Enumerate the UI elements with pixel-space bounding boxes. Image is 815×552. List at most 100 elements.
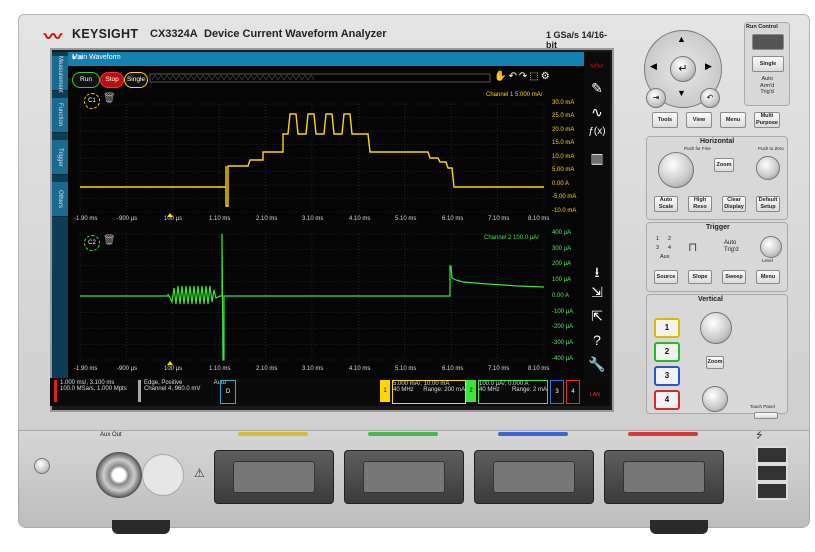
ch1-badge[interactable]: C1 xyxy=(84,93,100,109)
run-button[interactable]: Run xyxy=(72,72,100,88)
view-button[interactable]: View xyxy=(686,112,712,128)
ch2-info-box[interactable]: 100.0 µA/, 0.000 A 40 MHz Range: 2 mA xyxy=(478,380,548,404)
channel-2-input-connector[interactable] xyxy=(344,450,464,504)
power-button[interactable] xyxy=(34,458,50,474)
redo-icon[interactable]: ↷ xyxy=(519,71,529,82)
save-icon[interactable]: ⭳ xyxy=(587,262,607,282)
run-stop-hardkey[interactable] xyxy=(752,34,784,50)
aux-out-bnc-connector[interactable] xyxy=(96,452,142,498)
ch3-button[interactable]: 3 xyxy=(550,380,564,404)
usb-icon: ⭍ xyxy=(756,431,763,440)
arrow-down-icon[interactable]: ▼ xyxy=(677,88,686,98)
ch2-xtick: 4.10 ms xyxy=(349,366,371,372)
vertical-scale-knob[interactable] xyxy=(700,312,732,344)
pan-hand-icon[interactable]: ✋ xyxy=(494,71,508,82)
tab-measurement[interactable]: Measurement xyxy=(52,56,68,93)
run-status-labels: Auto Arm'd Trig'd xyxy=(760,76,775,95)
keysight-icon: 〰 xyxy=(590,58,604,74)
auto-scale-button[interactable]: Auto Scale xyxy=(654,196,678,212)
channel-4-input-connector[interactable] xyxy=(604,450,724,504)
tab-forward-icon[interactable]: ⇥ xyxy=(646,88,666,108)
single-button[interactable]: Single xyxy=(124,72,148,88)
arrow-up-icon[interactable]: ▲ xyxy=(677,34,686,44)
ch1-xtick: 3.10 ms xyxy=(302,216,324,222)
trigger-level-knob[interactable] xyxy=(760,236,782,258)
trigger-source-button[interactable]: Source xyxy=(654,270,678,284)
usb-port-3[interactable] xyxy=(756,482,788,500)
import-icon[interactable]: ⇱ xyxy=(587,308,607,328)
settings-gear-icon[interactable]: ⚙ xyxy=(541,71,552,82)
trigger-source-3: 3 xyxy=(656,245,660,251)
tab-function[interactable]: Function xyxy=(52,98,68,133)
probe-icon[interactable]: ✎ xyxy=(587,80,607,100)
horizontal-scale-knob[interactable] xyxy=(658,152,694,188)
histogram-icon[interactable]: ▥ xyxy=(587,150,607,170)
multi-purpose-button[interactable]: Multi Purpose xyxy=(754,112,780,128)
waveform-function-icon[interactable]: ∿ xyxy=(587,104,607,124)
timebase-box[interactable]: 1.000 ms/, 3.100 ms 100.0 MSa/s, 1.000 M… xyxy=(54,380,136,402)
autoscale-icon[interactable]: ⬚ xyxy=(529,71,540,82)
ch1-delete-icon[interactable]: 🗑 xyxy=(103,93,116,104)
product-name: Device Current Waveform Analyzer xyxy=(204,28,387,40)
high-reso-button[interactable]: High Reso xyxy=(688,196,712,212)
channel-3-input-connector[interactable] xyxy=(474,450,594,504)
channel-2-key[interactable]: 2 xyxy=(654,342,680,362)
wrench-icon[interactable]: 🔧 xyxy=(587,356,607,376)
ch2-badge[interactable]: C2 xyxy=(84,235,100,251)
channel-4-key[interactable]: 4 xyxy=(654,390,680,410)
menu-button[interactable]: Menu xyxy=(720,112,746,128)
fx-function-icon[interactable]: ƒ(x) xyxy=(587,126,607,146)
sample-spec: 1 GSa/s 14/16-bit xyxy=(546,30,608,50)
arrow-right-icon[interactable]: ▶ xyxy=(705,61,712,72)
trigger-source-2: 2 xyxy=(668,236,672,242)
model-number: CX3324A xyxy=(150,28,198,40)
horizontal-position-knob[interactable] xyxy=(756,156,780,180)
ch1-number[interactable]: 1 xyxy=(380,380,390,402)
back-icon[interactable]: ↶ xyxy=(700,88,720,108)
touch-panel-button[interactable] xyxy=(754,412,778,419)
usb-port-1[interactable] xyxy=(756,446,788,464)
digital-channel-button[interactable]: D xyxy=(220,380,236,404)
undo-icon[interactable]: ↶ xyxy=(508,71,518,82)
vertical-zoom-button[interactable]: Zoom xyxy=(706,356,724,369)
single-hardkey[interactable]: Single xyxy=(752,56,784,72)
channel-3-key[interactable]: 3 xyxy=(654,366,680,386)
arrow-left-icon[interactable]: ◀ xyxy=(650,61,657,72)
ch1-ytick: 25.0 mA xyxy=(552,113,575,119)
vertical-offset-knob[interactable] xyxy=(702,386,728,412)
ch4-button[interactable]: 4 xyxy=(566,380,580,404)
ch2-xtick: 1.10 ms xyxy=(209,366,231,372)
ch1-info-box[interactable]: 5.000 mA/, 10.00 mA 40 MHz Range: 200 mA xyxy=(392,380,466,404)
ch1-scale-label: Channel 1 5.000 mA/ xyxy=(486,92,543,98)
ch1-xtick: 7.10 ms xyxy=(488,216,510,222)
toolbar-icons: ✋↶↷⬚⚙ xyxy=(494,71,552,82)
ch2-delete-icon[interactable]: 🗑 xyxy=(103,235,116,246)
stop-button[interactable]: Stop xyxy=(100,72,124,88)
channel-1-input-connector[interactable] xyxy=(214,450,334,504)
default-setup-button[interactable]: Default Setup xyxy=(756,196,780,212)
ch2-ytick: 200 µA xyxy=(552,261,572,267)
tab-trigger[interactable]: Trigger xyxy=(52,140,68,175)
tab-others[interactable]: Others xyxy=(52,182,68,217)
help-icon[interactable]: ? xyxy=(587,332,607,352)
usb-port-2[interactable] xyxy=(756,464,788,482)
ch2-number[interactable]: 2 xyxy=(466,380,476,402)
window-menu-icon[interactable]: ▾ ✕ xyxy=(72,54,580,62)
clear-display-button[interactable]: Clear Display xyxy=(722,196,746,212)
ch2-range: Range: 2 mA xyxy=(511,387,547,393)
overview-trace xyxy=(151,74,315,81)
ch1-range: Range: 200 mA xyxy=(423,387,465,393)
trigger-menu-button[interactable]: Menu xyxy=(756,270,780,284)
waveform-area[interactable]: Run Stop Single ✋↶↷⬚⚙ C1 🗑 C2 🗑 Channel … xyxy=(68,66,584,378)
tools-button[interactable]: Tools xyxy=(652,112,678,128)
zoom-button[interactable]: Zoom xyxy=(714,158,734,172)
ch2-ytick: 0.00 A xyxy=(552,293,570,299)
trigger-box[interactable]: Edge, Positive Auto Channel 4, 960.0 mV xyxy=(138,380,226,402)
trigger-slope-button[interactable]: Slope xyxy=(688,270,712,284)
channel-1-key[interactable]: 1 xyxy=(654,318,680,338)
trigger-sweep-button[interactable]: Sweep xyxy=(722,270,746,284)
export-icon[interactable]: ⇲ xyxy=(587,284,607,304)
enter-icon[interactable]: ↵ xyxy=(670,56,696,82)
ch1-ytick: 30.0 mA xyxy=(552,100,575,106)
ch2-ytick: -200 µA xyxy=(552,324,574,330)
